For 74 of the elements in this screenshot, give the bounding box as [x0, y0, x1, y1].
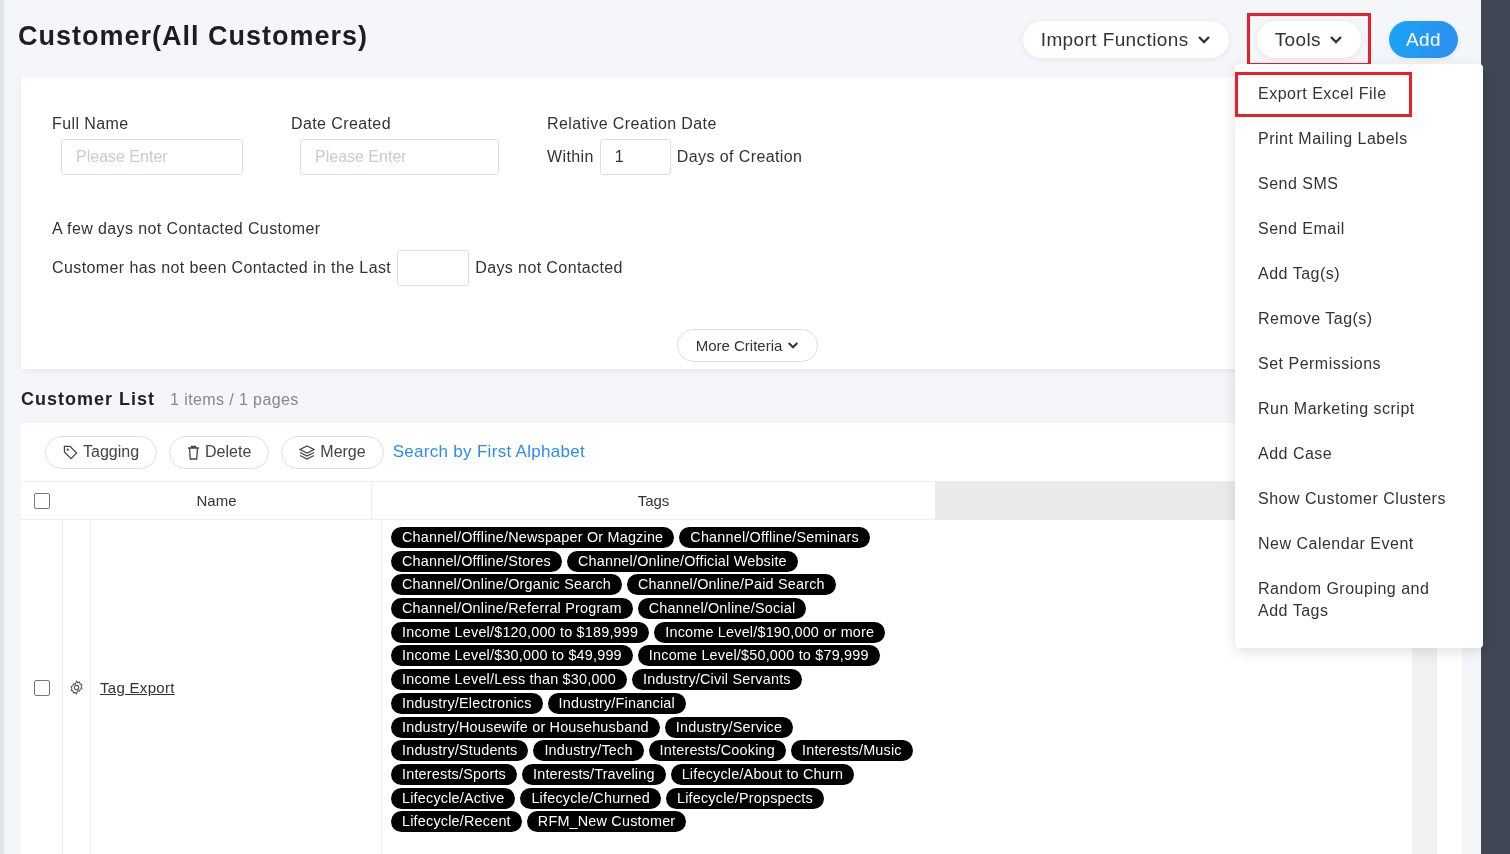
field-label: Relative Creation Date [547, 115, 717, 133]
checkbox[interactable] [33, 679, 50, 696]
tag-chip: Lifecycle/Recent [391, 811, 522, 833]
menu-item[interactable]: Run Marketing script [1235, 387, 1440, 432]
tag-chip: Channel/Online/Official Website [566, 550, 798, 572]
tag-chip: Channel/Online/Organic Search [391, 574, 622, 596]
menu-item[interactable]: Send Email [1235, 207, 1370, 252]
tag-chip: Lifecycle/Propspects [665, 787, 824, 809]
menu-item[interactable]: Add Case [1235, 432, 1358, 477]
field-prefix: Customer has not been Contacted in the Last [52, 259, 392, 277]
layers-icon [299, 444, 316, 460]
field-label: Full Name [52, 115, 129, 133]
tag-chip: Industry/Financial [547, 692, 686, 714]
caret-icon [1196, 34, 1211, 45]
menu-item[interactable]: Random Grouping and Add Tags [1235, 567, 1483, 634]
dropdown-button[interactable]: Tools [1256, 21, 1361, 58]
tag-chip: Industry/Tech [533, 740, 644, 762]
menu-item[interactable]: Remove Tag(s) [1235, 297, 1398, 342]
customer-name-link[interactable]: Tag Export [100, 679, 175, 696]
tag-chip: Income Level/$30,000 to $49,999 [391, 645, 633, 667]
tag-chip: Income Level/Less than $30,000 [391, 669, 627, 691]
alphabet-search-link[interactable]: Search by First Alphabet [392, 442, 586, 462]
tag-chip: Income Level/$120,000 to $189,999 [391, 621, 650, 643]
menu-item[interactable]: Show Customer Clusters [1235, 477, 1471, 522]
field-label: A few days not Contacted Customer [52, 220, 321, 238]
tag-chip: Interests/Cooking [648, 740, 786, 762]
tag-chip: Interests/Traveling [522, 763, 666, 785]
field-suffix: Days of Creation [676, 148, 803, 166]
settings-icon[interactable] [69, 680, 84, 695]
tag-chip: Industry/Students [391, 740, 529, 762]
tagging-button[interactable]: Tagging [45, 435, 158, 469]
caret-icon [1329, 34, 1343, 45]
tag-chip: Channel/Online/Paid Search [627, 574, 836, 596]
dropdown-button[interactable]: Import Functions [1022, 21, 1229, 58]
tag-chip: Industry/Civil Servants [632, 669, 802, 691]
trash-icon [187, 444, 201, 460]
field-suffix: Days not Contacted [475, 259, 623, 277]
input-field[interactable]: 1 [599, 139, 671, 175]
page-title: Customer(All Customers) [18, 21, 369, 52]
tag-chip: Interests/Music [791, 740, 913, 762]
menu-item[interactable]: Export Excel File [1235, 72, 1412, 117]
section-title: Customer List [21, 389, 156, 410]
tag-chip: Channel/Online/Social [637, 598, 807, 620]
delete-button[interactable]: Delete [169, 435, 270, 469]
item-count: 1 items / 1 pages [170, 391, 299, 409]
menu-item[interactable]: New Calendar Event [1235, 522, 1439, 567]
tag-chip: Interests/Sports [391, 763, 517, 785]
menu-item[interactable]: Set Permissions [1235, 342, 1407, 387]
merge-button[interactable]: Merge [281, 435, 384, 469]
tag-icon [63, 444, 78, 460]
tag-chip: Industry/Housewife or Househusband [391, 716, 660, 738]
tag-chip: Channel/Online/Referral Program [391, 598, 633, 620]
tag-chip: Channel/Offline/Stores [391, 550, 562, 572]
tag-chip: Industry/Electronics [391, 692, 543, 714]
input-field[interactable] [397, 250, 470, 286]
column-header: Tags [637, 492, 670, 509]
tag-chip: Income Level/$190,000 or more [654, 621, 886, 643]
menu-item[interactable]: Add Tag(s) [1235, 252, 1366, 297]
caret-icon [787, 341, 800, 350]
menu-item[interactable]: Send SMS [1235, 162, 1364, 207]
column-header: Name [196, 492, 237, 509]
checkbox[interactable] [33, 492, 50, 509]
tag-chip: Lifecycle/Churned [520, 787, 661, 809]
tag-chip: Channel/Offline/Seminars [679, 527, 870, 548]
tag-chip: Lifecycle/Active [391, 787, 516, 809]
field-label: Date Created [291, 115, 391, 133]
field-prefix: Within [547, 148, 594, 166]
menu-item[interactable]: Print Mailing Labels [1235, 117, 1433, 162]
tag-chip: RFM_New Customer [526, 811, 687, 833]
more-criteria-button[interactable]: More Criteria [676, 329, 819, 362]
tag-chip: Channel/Offline/Newspaper Or Magzine [391, 527, 675, 548]
tag-chip: Industry/Service [664, 716, 794, 738]
tag-chip: Income Level/$50,000 to $79,999 [637, 645, 880, 667]
tag-chip: Lifecycle/About to Churn [670, 763, 855, 785]
